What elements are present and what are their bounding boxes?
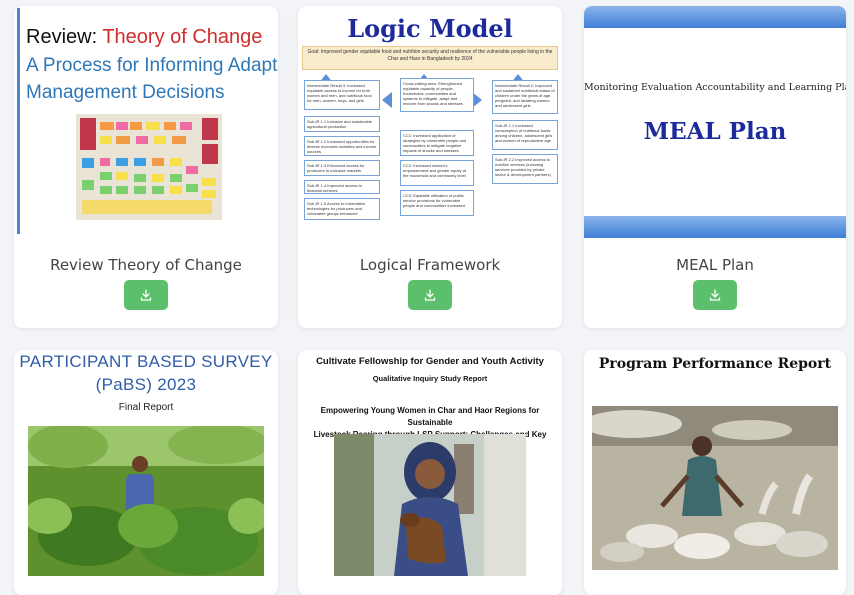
thumbnail-title: Program Performance Report <box>598 356 832 372</box>
card-thumbnail[interactable]: Program Performance Report <box>584 350 846 582</box>
card-thumbnail[interactable]: Cultivate Fellowship for Gender and Yout… <box>298 350 562 582</box>
thumbnail-subtitle: A Process for Informing Adaptive Managem… <box>26 55 278 103</box>
card-thumbnail[interactable]: PARTICIPANT BASED SURVEY (PaBS) 2023 Fin… <box>14 350 278 582</box>
logic-model-box: Intermediate Result 2: Improved and sust… <box>492 80 558 114</box>
thumbnail-footer-band <box>584 216 846 238</box>
thumbnail-title: PARTICIPANT BASED SURVEY (PaBS) 2023 <box>19 352 273 394</box>
theory-of-change-board-image <box>76 114 222 220</box>
card-title: Logical Framework <box>359 256 501 274</box>
thumbnail-subtitle: Qualitative Inquiry Study Report <box>372 374 488 383</box>
document-card-program-performance[interactable]: Program Performance Report <box>584 350 846 595</box>
logic-model-goal: Goal: Improved gender equitable food and… <box>302 46 558 70</box>
card-title: Review Theory of Change <box>50 256 242 274</box>
download-button[interactable] <box>408 280 452 310</box>
logic-model-box: CC3: Equitable utilization of public ser… <box>400 190 474 216</box>
thumbnail-title: MEAL Plan <box>643 118 787 145</box>
thumbnail-title: Review: Theory of Change <box>26 26 263 48</box>
document-card-logical-framework[interactable]: Logic Model Goal: Improved gender equita… <box>298 6 562 328</box>
thumbnail-subtitle: Final Report <box>118 402 174 413</box>
woman-feeding-ducks-photo <box>592 406 838 570</box>
card-title: MEAL Plan <box>676 256 754 274</box>
thumbnail-header-band <box>584 6 846 28</box>
logic-model-box: CC1: Increased application of strategies… <box>400 130 474 156</box>
download-button[interactable] <box>124 280 168 310</box>
download-icon <box>424 289 436 301</box>
logic-model-box: Sub-IR 2.1 Increased consumption of nutr… <box>492 120 558 150</box>
logic-model-box: Sub-IR 1.1 Inclusive and sustainable agr… <box>304 116 380 132</box>
card-thumbnail[interactable]: Logic Model Goal: Improved gender equita… <box>298 6 562 238</box>
logic-model-box: Sub-IR 1.5 Access to information technol… <box>304 198 380 220</box>
document-card-meal-plan[interactable]: Monitoring Evaluation Accountability and… <box>584 6 846 328</box>
thumbnail-accent-bar <box>17 8 20 234</box>
logic-model-box: Sub-IR 1.4 Improved access to financial … <box>304 180 380 194</box>
logic-model-box: Sub-IR 2.2 Improved access to nutrition … <box>492 154 558 184</box>
thumbnail-title: Cultivate Fellowship for Gender and Yout… <box>316 356 544 367</box>
logic-model-box: Sub-IR 1.2 Increased opportunities for d… <box>304 136 380 156</box>
document-card-pabs-2023[interactable]: PARTICIPANT BASED SURVEY (PaBS) 2023 Fin… <box>14 350 278 595</box>
farmer-in-field-photo <box>28 426 264 576</box>
download-button[interactable] <box>693 280 737 310</box>
document-card-fellowship-study[interactable]: Cultivate Fellowship for Gender and Yout… <box>298 350 562 595</box>
download-icon <box>709 289 721 301</box>
download-icon <box>140 289 152 301</box>
card-thumbnail[interactable]: Monitoring Evaluation Accountability and… <box>584 6 846 238</box>
logic-model-box: CC2: Increased women's empowerment and g… <box>400 160 474 186</box>
thumbnail-title: Logic Model <box>347 14 513 43</box>
logic-model-box: Cross-cutting area: Strengthened equitab… <box>400 78 474 112</box>
logic-model-box: Sub-IR 1.3 Enhanced access for producers… <box>304 160 380 176</box>
woman-with-goat-photo <box>334 434 526 576</box>
document-card-theory-of-change[interactable]: Review: Theory of Change A Process for I… <box>14 6 278 328</box>
thumbnail-subtitle: Monitoring Evaluation Accountability and… <box>584 82 846 93</box>
logic-model-box: Intermediate Result 3: Increased equitab… <box>304 80 380 110</box>
card-thumbnail[interactable]: Review: Theory of Change A Process for I… <box>14 6 278 238</box>
